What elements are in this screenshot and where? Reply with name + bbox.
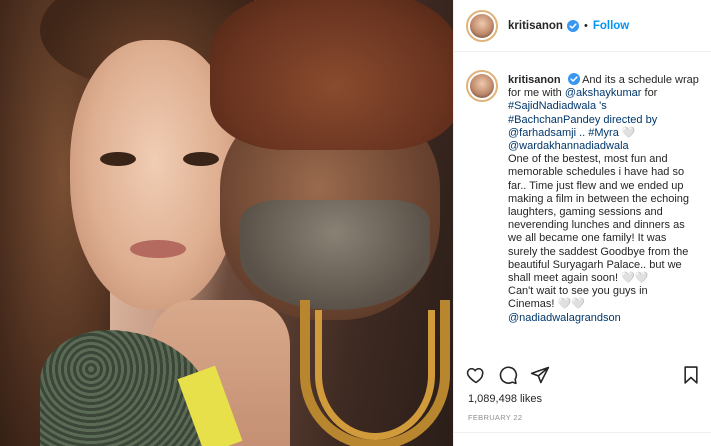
header-username[interactable]: kritisanon	[508, 20, 563, 32]
caption-line-4: #BachchanPandey directed by	[508, 114, 701, 127]
caption-line-2: for me with @akshaykumar for	[508, 87, 701, 100]
bookmark-icon[interactable]	[681, 365, 701, 385]
hashtag-bachchanpandey[interactable]: #BachchanPandey directed by	[508, 114, 657, 126]
verified-badge-icon	[567, 73, 580, 85]
photo-turban	[210, 0, 453, 150]
photo-eye-left	[100, 152, 136, 166]
caption-line-18: Cinemas! 🤍🤍	[508, 298, 585, 311]
caption-username[interactable]: kritisanon	[508, 74, 561, 86]
caption-line-15: beautiful Suryagarh Palace.. but we	[508, 258, 682, 271]
mention-farhadsamji[interactable]: @farhadsamji .. #Myra 🤍	[508, 127, 636, 139]
likes-count[interactable]: 1,089,498 likes	[468, 393, 542, 405]
photo-lips	[130, 240, 186, 258]
comment-icon[interactable]	[498, 365, 518, 385]
divider	[454, 432, 711, 433]
share-icon[interactable]	[530, 365, 550, 385]
caption-avatar-image	[470, 74, 494, 98]
avatar[interactable]	[466, 9, 498, 42]
follow-button[interactable]: Follow	[593, 20, 629, 32]
caption-line-17: Can't wait to see you guys in	[508, 285, 648, 298]
caption-line-13: we all became one family! It was	[508, 232, 667, 245]
post-header: kritisanon • Follow	[454, 0, 711, 52]
caption-line-11: laughters, gaming sessions and	[508, 206, 663, 219]
caption-line-6: @wardakhannadiadwala	[508, 140, 701, 153]
caption-line-16: shall meet again soon! 🤍🤍	[508, 272, 649, 285]
caption-line-9: far.. Time just flew and we ended up	[508, 179, 684, 192]
caption-avatar[interactable]	[466, 70, 498, 102]
caption-line-1: kritisanon And its a schedule wrap	[508, 73, 701, 87]
avatar-image	[470, 13, 494, 38]
photo-beard	[240, 200, 430, 310]
caption-line-14: surely the saddest Goodbye from the	[508, 245, 689, 258]
caption-line-19: @nadiadwalagrandson	[508, 312, 701, 325]
caption-line-12: neverending lunches and dinners as	[508, 219, 685, 232]
caption-text-line: for me with	[508, 87, 565, 100]
photo-eye-right	[183, 152, 219, 166]
hashtag-sajidnadiadwala[interactable]: #SajidNadiadwala 's	[508, 100, 607, 112]
caption-text: kritisanon And its a schedule wrap for m…	[508, 73, 701, 350]
heart-icon[interactable]	[466, 365, 486, 385]
caption-section: kritisanon And its a schedule wrap for m…	[466, 60, 701, 350]
action-bar	[466, 362, 701, 388]
caption-line-7: One of the bestest, most fun and	[508, 153, 668, 166]
header-separator: •	[583, 19, 588, 32]
mention-wardakhannadiadwala[interactable]: @wardakhannadiadwala	[508, 140, 629, 152]
post-date[interactable]: FEBRUARY 22	[468, 413, 522, 422]
caption-line-5: @farhadsamji .. #Myra 🤍	[508, 127, 701, 140]
caption-line-8: memorable schedules i have had so	[508, 166, 685, 179]
verified-badge-icon	[566, 19, 579, 32]
post-sidebar: kritisanon • Follow kritisanon And its a…	[453, 0, 711, 446]
mention-akshaykumar[interactable]: @akshaykumar	[565, 87, 642, 99]
photo-chain-inner	[315, 310, 435, 440]
caption-line-3: #SajidNadiadwala 's	[508, 100, 701, 113]
caption-text-line: And its a schedule wrap	[582, 74, 699, 86]
caption-line-10: making a film in between the echoing	[508, 192, 689, 205]
mention-nadiadwalagrandson[interactable]: @nadiadwalagrandson	[508, 312, 621, 324]
post-photo[interactable]	[0, 0, 453, 446]
caption-text-line: for	[641, 87, 658, 100]
